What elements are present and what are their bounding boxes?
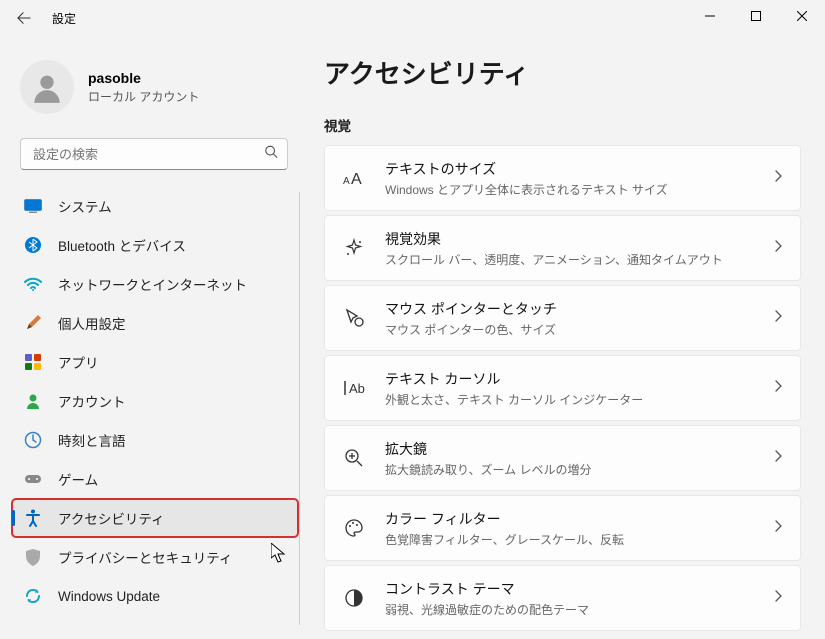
nav-label: 個人用設定 (58, 313, 126, 333)
card-text-size[interactable]: AA テキストのサイズ Windows とアプリ全体に表示されるテキスト サイズ (324, 145, 801, 211)
paintbrush-icon (24, 314, 42, 332)
card-magnifier[interactable]: 拡大鏡拡大鏡読み取り、ズーム レベルの増分 (324, 425, 801, 491)
card-title: 拡大鏡 (385, 439, 754, 459)
svg-text:Ab: Ab (349, 381, 365, 396)
page-title: アクセシビリティ (324, 54, 801, 91)
card-title: テキスト カーソル (385, 369, 754, 389)
cursor-icon (343, 307, 365, 329)
card-contrast-themes[interactable]: コントラスト テーマ弱視、光線過敏症のための配色テーマ (324, 565, 801, 631)
card-sub: 外観と太さ、テキスト カーソル インジケーター (385, 391, 754, 408)
user-section[interactable]: pasoble ローカル アカウント (8, 44, 300, 138)
nav-label: システム (58, 196, 112, 216)
close-button[interactable] (779, 0, 825, 32)
section-header: 視覚 (324, 115, 801, 135)
card-sub: スクロール バー、透明度、アニメーション、通知タイムアウト (385, 251, 754, 268)
minimize-icon (705, 11, 715, 21)
nav-accounts[interactable]: アカウント (12, 382, 292, 420)
chevron-right-icon (774, 239, 782, 257)
nav-label: Windows Update (58, 589, 160, 604)
nav-label: Bluetooth とデバイス (58, 235, 186, 255)
palette-icon (343, 517, 365, 539)
nav-label: 時刻と言語 (58, 430, 126, 450)
minimize-button[interactable] (687, 0, 733, 32)
search-input[interactable] (20, 138, 288, 170)
card-title: カラー フィルター (385, 509, 754, 529)
close-icon (797, 11, 807, 21)
svg-text:A: A (351, 171, 362, 187)
nav-bluetooth[interactable]: Bluetooth とデバイス (12, 226, 292, 264)
card-title: マウス ポインターとタッチ (385, 299, 754, 319)
card-title: 視覚効果 (385, 229, 754, 249)
card-mouse-pointer[interactable]: マウス ポインターとタッチマウス ポインターの色、サイズ (324, 285, 801, 351)
user-icon (28, 68, 66, 106)
avatar (20, 60, 74, 114)
card-sub: Windows とアプリ全体に表示されるテキスト サイズ (385, 181, 754, 198)
apps-icon (24, 353, 42, 371)
card-sub: マウス ポインターの色、サイズ (385, 321, 754, 338)
card-sub: 色覚障害フィルター、グレースケール、反転 (385, 531, 754, 548)
contrast-icon (343, 587, 365, 609)
chevron-right-icon (774, 309, 782, 327)
back-button[interactable] (4, 0, 44, 36)
chevron-right-icon (774, 169, 782, 187)
bluetooth-icon (24, 236, 42, 254)
nav-time-language[interactable]: 時刻と言語 (12, 421, 292, 459)
search-box (20, 138, 288, 170)
maximize-icon (751, 11, 761, 21)
svg-text:A: A (343, 176, 350, 187)
card-sub: 弱視、光線過敏症のための配色テーマ (385, 601, 754, 618)
window-title: 設定 (52, 10, 76, 27)
nav-label: ゲーム (58, 469, 98, 489)
gamepad-icon (24, 470, 42, 488)
person-icon (24, 392, 42, 410)
nav-list: システム Bluetooth とデバイス ネットワークとインターネット 個人用設… (8, 186, 300, 631)
account-type: ローカル アカウント (88, 88, 199, 105)
chevron-right-icon (774, 449, 782, 467)
nav-label: プライバシーとセキュリティ (58, 547, 232, 567)
card-title: テキストのサイズ (385, 159, 754, 179)
text-cursor-icon: Ab (343, 377, 365, 399)
text-size-icon: AA (343, 167, 365, 189)
nav-system[interactable]: システム (12, 187, 292, 225)
nav-apps[interactable]: アプリ (12, 343, 292, 381)
user-name: pasoble (88, 70, 199, 86)
magnifier-icon (343, 447, 365, 469)
sidebar: pasoble ローカル アカウント システム Bluetooth とデバイス … (0, 36, 300, 639)
search-icon (264, 145, 278, 164)
system-icon (24, 197, 42, 215)
nav-network[interactable]: ネットワークとインターネット (12, 265, 292, 303)
nav-windows-update[interactable]: Windows Update (12, 577, 292, 615)
clock-globe-icon (24, 431, 42, 449)
main-content: アクセシビリティ 視覚 AA テキストのサイズ Windows とアプリ全体に表示… (300, 36, 825, 639)
nav-label: ネットワークとインターネット (58, 274, 247, 294)
accessibility-icon (24, 509, 42, 527)
sparkle-icon (343, 237, 365, 259)
card-sub: 拡大鏡読み取り、ズーム レベルの増分 (385, 461, 754, 478)
arrow-left-icon (17, 11, 31, 25)
card-text-cursor[interactable]: Ab テキスト カーソル外観と太さ、テキスト カーソル インジケーター (324, 355, 801, 421)
titlebar: 設定 (0, 0, 825, 36)
chevron-right-icon (774, 589, 782, 607)
nav-label: アクセシビリティ (58, 508, 165, 528)
maximize-button[interactable] (733, 0, 779, 32)
update-icon (24, 587, 42, 605)
shield-icon (24, 548, 42, 566)
chevron-right-icon (774, 379, 782, 397)
card-title: コントラスト テーマ (385, 579, 754, 599)
nav-accessibility[interactable]: アクセシビリティ (12, 499, 298, 537)
wifi-icon (24, 275, 42, 293)
nav-gaming[interactable]: ゲーム (12, 460, 292, 498)
card-visual-effects[interactable]: 視覚効果スクロール バー、透明度、アニメーション、通知タイムアウト (324, 215, 801, 281)
chevron-right-icon (774, 519, 782, 537)
card-color-filters[interactable]: カラー フィルター色覚障害フィルター、グレースケール、反転 (324, 495, 801, 561)
nav-privacy[interactable]: プライバシーとセキュリティ (12, 538, 292, 576)
nav-label: アプリ (58, 352, 99, 372)
nav-personalization[interactable]: 個人用設定 (12, 304, 292, 342)
nav-label: アカウント (58, 391, 126, 411)
